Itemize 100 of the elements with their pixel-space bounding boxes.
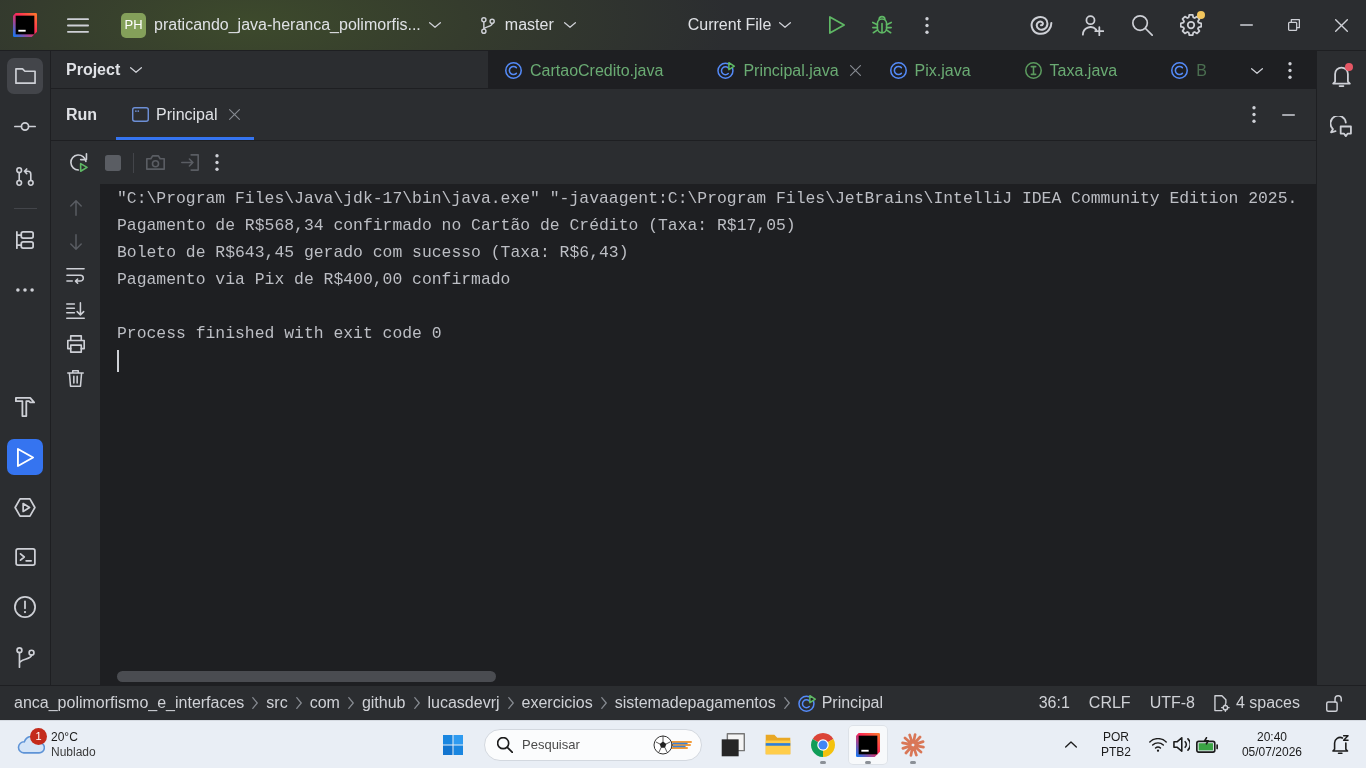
exit-message: Process finished with exit code 0 xyxy=(117,323,442,345)
structure-icon xyxy=(16,231,34,249)
console-line: Pagamento de R$568,34 confirmado no Cartão de Crédito (Taxa: R$17,05) xyxy=(117,215,796,237)
editor-tab[interactable]: CartaoCredito.java xyxy=(490,51,703,88)
editor-tab[interactable]: Taxa.java xyxy=(1009,51,1157,88)
chevron-down-icon xyxy=(130,66,143,73)
project-selector[interactable]: PH praticando_java-heranca_polimorfis... xyxy=(113,8,449,42)
rerun-icon[interactable] xyxy=(70,153,89,172)
breadcrumb-item[interactable]: exercicios xyxy=(521,691,593,715)
play-icon xyxy=(16,447,34,467)
hexagon-play-icon xyxy=(14,497,36,517)
temperature-text: 20°C xyxy=(51,729,79,745)
breadcrumb-item[interactable]: lucasdevrj xyxy=(427,691,500,715)
chevron-down-icon[interactable] xyxy=(1251,67,1263,74)
chevron-right-icon xyxy=(252,697,259,709)
breadcrumb-item[interactable]: com xyxy=(309,691,340,715)
starburst-icon xyxy=(901,732,925,757)
horizontal-scrollbar[interactable] xyxy=(117,671,496,682)
interface-icon xyxy=(1024,62,1042,79)
browser-icon xyxy=(811,732,835,757)
windows-logo-icon xyxy=(443,734,463,755)
add-user-icon[interactable] xyxy=(1082,14,1104,36)
search-icon[interactable] xyxy=(1132,14,1153,36)
more-icon[interactable] xyxy=(1288,62,1292,79)
breadcrumb-item[interactable]: github xyxy=(361,691,406,715)
breadcrumb-item[interactable]: Principal xyxy=(797,691,883,715)
speaker-icon[interactable] xyxy=(1172,737,1190,752)
breadcrumb-item[interactable]: anca_polimorfismo_e_interfaces xyxy=(14,691,245,715)
chevron-down-icon xyxy=(779,22,792,28)
taskbar-app-button[interactable] xyxy=(848,724,888,765)
search-field[interactable]: Pesquisar xyxy=(522,729,644,760)
input-language[interactable]: POR xyxy=(1102,729,1129,745)
indent-setting[interactable]: 4 spaces xyxy=(1213,691,1300,715)
app-logo-icon[interactable] xyxy=(13,13,37,37)
trash-icon[interactable] xyxy=(67,369,84,387)
file-settings-icon xyxy=(1213,694,1230,712)
editor-tab[interactable]: Principal.java xyxy=(702,51,875,88)
close-icon[interactable] xyxy=(229,109,241,120)
clock-date[interactable]: 05/07/2026 xyxy=(1241,744,1302,760)
spiral-icon[interactable] xyxy=(1029,15,1053,35)
close-icon[interactable] xyxy=(849,65,861,76)
file-encoding[interactable]: UTF-8 xyxy=(1149,691,1195,715)
search-bar[interactable]: Pesquisar xyxy=(484,728,702,761)
debug-icon[interactable] xyxy=(872,15,893,35)
wifi-icon[interactable] xyxy=(1148,737,1167,752)
chat-bubbles-icon xyxy=(1330,115,1352,137)
console-line: Pagamento via Pix de R$400,00 confirmado xyxy=(117,269,511,291)
tool-window-button[interactable] xyxy=(7,439,43,475)
chevron-right-icon xyxy=(347,697,354,709)
chevron-right-icon xyxy=(295,697,302,709)
line-separator[interactable]: CRLF xyxy=(1088,691,1131,715)
breadcrumb-item[interactable]: sistemadepagamentos xyxy=(614,691,776,715)
tool-window-button[interactable] xyxy=(7,58,43,94)
more-icon[interactable] xyxy=(1252,106,1256,123)
clock-time[interactable]: 20:40 xyxy=(1256,729,1287,745)
scroll-to-end-icon[interactable] xyxy=(66,301,85,319)
pull-request-icon xyxy=(16,166,34,186)
chevron-right-icon xyxy=(783,697,790,709)
project-view-selector[interactable]: Project xyxy=(66,57,143,82)
commit-icon xyxy=(14,121,36,131)
unlocked-icon[interactable] xyxy=(1326,694,1342,712)
run-configuration-selector[interactable]: Current File xyxy=(679,9,800,41)
search-icon xyxy=(497,736,513,753)
editor-tab[interactable]: Pix.java xyxy=(874,51,1010,88)
folder-icon xyxy=(14,68,36,84)
more-icon[interactable] xyxy=(215,154,219,171)
exclamation-circle-icon xyxy=(14,596,36,618)
minimize-icon[interactable] xyxy=(1282,113,1295,116)
restore-icon[interactable] xyxy=(1288,19,1300,31)
notification-badge: 1 xyxy=(30,727,47,745)
runnable-class-icon xyxy=(717,62,736,79)
menu-icon[interactable] xyxy=(67,17,89,33)
project-badge: PH xyxy=(121,12,146,38)
run-icon[interactable] xyxy=(829,16,846,34)
breadcrumb-item[interactable]: src xyxy=(266,691,288,715)
class-icon xyxy=(1171,62,1189,79)
chevron-right-icon xyxy=(413,697,420,709)
branch-icon xyxy=(480,16,495,34)
printer-icon[interactable] xyxy=(66,335,85,353)
panel-title: Run xyxy=(66,104,98,125)
keyboard-layout[interactable]: PTB2 xyxy=(1100,744,1131,760)
soft-wrap-icon[interactable] xyxy=(66,268,85,284)
chevron-down-icon xyxy=(428,22,441,28)
more-icon[interactable] xyxy=(925,16,930,34)
caret-up-icon[interactable] xyxy=(1064,741,1077,748)
class-icon xyxy=(505,62,522,79)
terminal-icon xyxy=(14,548,36,566)
run-tab[interactable]: Principal xyxy=(116,89,255,140)
hammer-icon xyxy=(15,397,35,417)
bell-icon[interactable] xyxy=(1332,735,1349,754)
weather-condition: Nublado xyxy=(51,744,96,760)
command-line: "C:\Program Files\Java\jdk-17\bin\java.exe" "-javaagent:C:\Program Files\JetBrains\IntelliJ IDEA Community Edition 2025. xyxy=(117,188,1298,210)
close-icon[interactable] xyxy=(1335,18,1348,32)
folder-icon xyxy=(765,734,791,755)
branch-selector[interactable]: master xyxy=(472,9,584,41)
settings-icon[interactable] xyxy=(1180,14,1202,36)
battery-icon[interactable] xyxy=(1195,736,1218,753)
ide-logo-icon xyxy=(856,732,880,757)
cursor-position[interactable]: 36:1 xyxy=(1038,691,1070,715)
chevron-down-icon xyxy=(563,22,576,28)
